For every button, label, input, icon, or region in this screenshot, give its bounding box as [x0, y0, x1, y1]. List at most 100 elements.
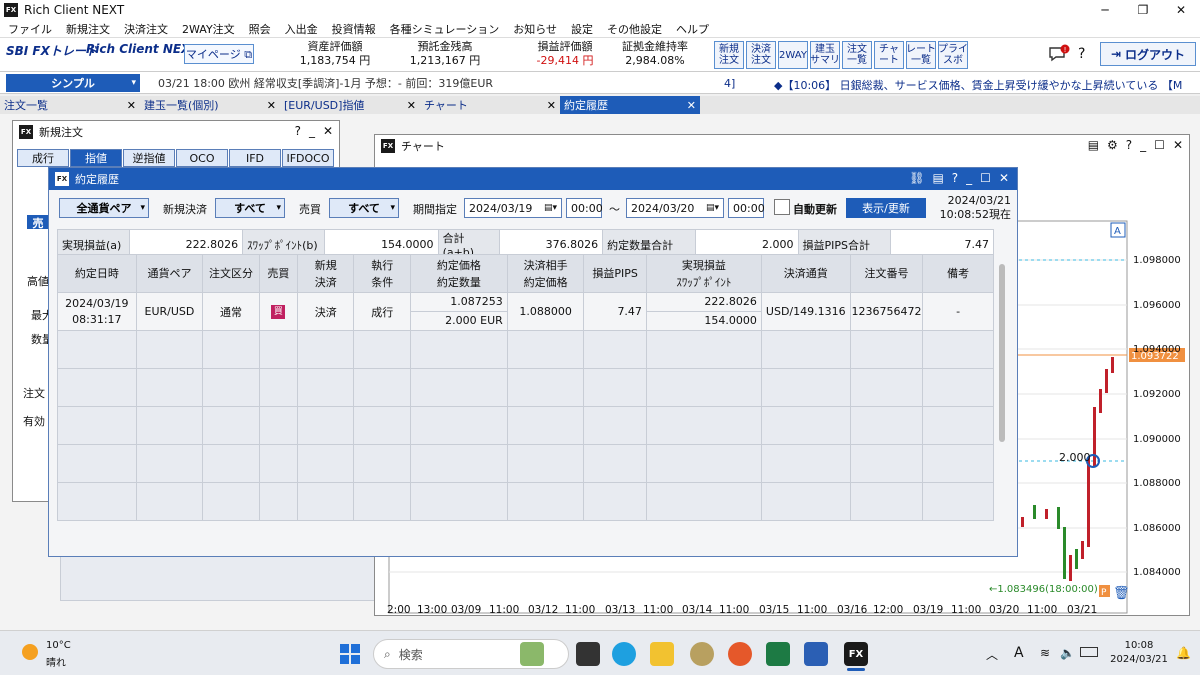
col-new-settle[interactable]: 新規 決済: [297, 254, 355, 293]
minimize-icon[interactable]: _: [966, 171, 972, 185]
notification-icon[interactable]: 🔔: [1176, 646, 1191, 660]
time-from-input[interactable]: 00:00: [566, 198, 603, 218]
menu-investment-info[interactable]: 投資情報: [332, 21, 376, 37]
tab-close-icon[interactable]: ✕: [687, 99, 696, 112]
side-filter[interactable]: すべて: [329, 198, 399, 218]
maximize-icon[interactable]: ☐: [980, 171, 991, 185]
csv-icon[interactable]: ▤: [1088, 138, 1099, 152]
minimize-icon[interactable]: _: [309, 124, 315, 138]
quick-new-order-button[interactable]: 新規 注文: [714, 41, 744, 69]
news-mode-dropdown[interactable]: シンプル: [6, 73, 140, 92]
menu-new-order[interactable]: 新規注文: [66, 21, 110, 37]
menu-2way-order[interactable]: 2WAY注文: [182, 21, 235, 37]
menu-deposit[interactable]: 入出金: [285, 21, 318, 37]
tab-close-icon[interactable]: ✕: [267, 99, 276, 112]
col-condition[interactable]: 執行 条件: [353, 254, 411, 293]
help-icon[interactable]: ?: [1126, 138, 1132, 152]
csv-icon[interactable]: ▤: [932, 171, 943, 185]
minimize-icon[interactable]: _: [1140, 138, 1146, 152]
tab-close-icon[interactable]: ✕: [547, 99, 556, 112]
quick-position-summary-button[interactable]: 建玉 サマリ: [810, 41, 840, 69]
maximize-button[interactable]: ❐: [1124, 0, 1162, 20]
col-exec-price[interactable]: 約定価格 約定数量: [409, 254, 508, 293]
quick-settle-order-button[interactable]: 決済 注文: [746, 41, 776, 69]
menu-other-settings[interactable]: その他設定: [607, 21, 662, 37]
date-to-input[interactable]: 2024/03/20 ▤▾: [626, 198, 724, 218]
col-settle-currency[interactable]: 決済通貨: [760, 254, 851, 293]
maximize-icon[interactable]: ☐: [1154, 138, 1165, 152]
task-view-icon[interactable]: [576, 642, 600, 666]
tab-position-list[interactable]: 建玉一覧(個別) ✕: [140, 96, 280, 114]
calendar-icon[interactable]: ▤▾: [544, 203, 557, 213]
close-button[interactable]: ✕: [1162, 0, 1200, 20]
excel-icon[interactable]: [766, 642, 790, 666]
edge-icon[interactable]: [612, 642, 636, 666]
table-row[interactable]: 2024/03/19 08:31:17 EUR/USD 通常 買 決済 成行 1.…: [57, 292, 994, 331]
close-icon[interactable]: ✕: [323, 124, 333, 138]
tab-eurusd-limit[interactable]: [EUR/USD]指値 ✕: [280, 96, 420, 114]
close-icon[interactable]: ✕: [1173, 138, 1183, 152]
fx-app-icon[interactable]: FX: [844, 642, 868, 666]
weather-text[interactable]: 晴れ: [46, 654, 66, 669]
auto-update-checkbox[interactable]: [774, 199, 790, 215]
quick-2way-button[interactable]: 2WAY: [778, 41, 808, 69]
clock-date[interactable]: 2024/03/21: [1106, 654, 1172, 665]
col-currency-pair[interactable]: 通貨ペア: [135, 254, 204, 293]
order-type-ifd-tab[interactable]: IFD: [229, 149, 281, 167]
col-pips[interactable]: 損益PIPS: [583, 254, 647, 293]
message-icon[interactable]: !: [1048, 44, 1070, 64]
logout-button[interactable]: ⇥ ログアウト: [1100, 42, 1196, 66]
speaker-icon[interactable]: 🔈: [1060, 646, 1075, 660]
new-settle-filter[interactable]: すべて: [215, 198, 285, 218]
help-icon[interactable]: ?: [295, 124, 301, 138]
mypage-button[interactable]: マイページ ⧉: [184, 44, 254, 64]
explorer-icon[interactable]: [650, 642, 674, 666]
battery-icon[interactable]: [1080, 647, 1098, 657]
weather-temp[interactable]: 10°C: [46, 640, 71, 651]
order-type-stop-tab[interactable]: 逆指値: [123, 149, 175, 167]
col-realized-pnl[interactable]: 実現損益 ｽﾜｯﾌﾟﾎﾟｲﾝﾄ: [645, 254, 762, 293]
time-to-input[interactable]: 00:00: [728, 198, 765, 218]
menu-file[interactable]: ファイル: [8, 21, 52, 37]
start-icon[interactable]: [338, 642, 362, 666]
vertical-scrollbar[interactable]: [999, 264, 1005, 442]
app-icon[interactable]: [690, 642, 714, 666]
trash-icon[interactable]: 🗑: [1113, 585, 1130, 601]
col-order-type[interactable]: 注文区分: [202, 254, 260, 293]
menu-settings[interactable]: 設定: [571, 21, 593, 37]
tab-close-icon[interactable]: ✕: [407, 99, 416, 112]
col-exec-datetime[interactable]: 約定日時: [57, 254, 137, 293]
tab-execution-history[interactable]: 約定履歴 ✕: [560, 96, 700, 114]
close-icon[interactable]: ✕: [999, 171, 1009, 185]
tab-chart[interactable]: チャート ✕: [420, 96, 560, 114]
wifi-icon[interactable]: ≋: [1040, 646, 1050, 660]
tab-close-icon[interactable]: ✕: [127, 99, 136, 112]
minimize-button[interactable]: ─: [1086, 0, 1124, 20]
show-update-button[interactable]: 表示/更新: [846, 198, 926, 218]
economic-event[interactable]: 03/21 18:00 欧州 経常収支[季調済]-1月 予想：- 前回：319億…: [158, 75, 493, 91]
firefox-icon[interactable]: [728, 642, 752, 666]
menu-simulation[interactable]: 各種シミュレーション: [390, 21, 500, 37]
word-icon[interactable]: [804, 642, 828, 666]
col-side[interactable]: 売買: [258, 254, 299, 293]
col-remarks[interactable]: 備考: [922, 254, 994, 293]
help-icon[interactable]: ?: [1078, 46, 1085, 62]
order-type-ifdoco-tab[interactable]: IFDOCO: [282, 149, 334, 167]
menu-settle-order[interactable]: 決済注文: [124, 21, 168, 37]
menu-help[interactable]: ヘルプ: [676, 21, 709, 37]
col-order-number[interactable]: 注文番号: [849, 254, 924, 293]
currency-pair-filter[interactable]: 全通貨ペア: [59, 198, 149, 218]
date-from-input[interactable]: 2024/03/19 ▤▾: [464, 198, 562, 218]
menu-inquiry[interactable]: 照会: [249, 21, 271, 37]
ime-indicator[interactable]: A: [1014, 645, 1024, 661]
order-type-oco-tab[interactable]: OCO: [176, 149, 228, 167]
gear-icon[interactable]: ⚙: [1107, 138, 1118, 152]
help-icon[interactable]: ?: [952, 171, 958, 185]
menu-notice[interactable]: お知らせ: [513, 21, 557, 37]
clock-time[interactable]: 10:08: [1112, 640, 1166, 651]
quick-chart-button[interactable]: チャ ート: [874, 41, 904, 69]
quick-price-board-button[interactable]: プライ スボ: [938, 41, 968, 69]
col-settle-price[interactable]: 決済相手 約定価格: [506, 254, 585, 293]
quick-rate-list-button[interactable]: レート 一覧: [906, 41, 936, 69]
link-icon[interactable]: ⛓: [909, 171, 924, 185]
